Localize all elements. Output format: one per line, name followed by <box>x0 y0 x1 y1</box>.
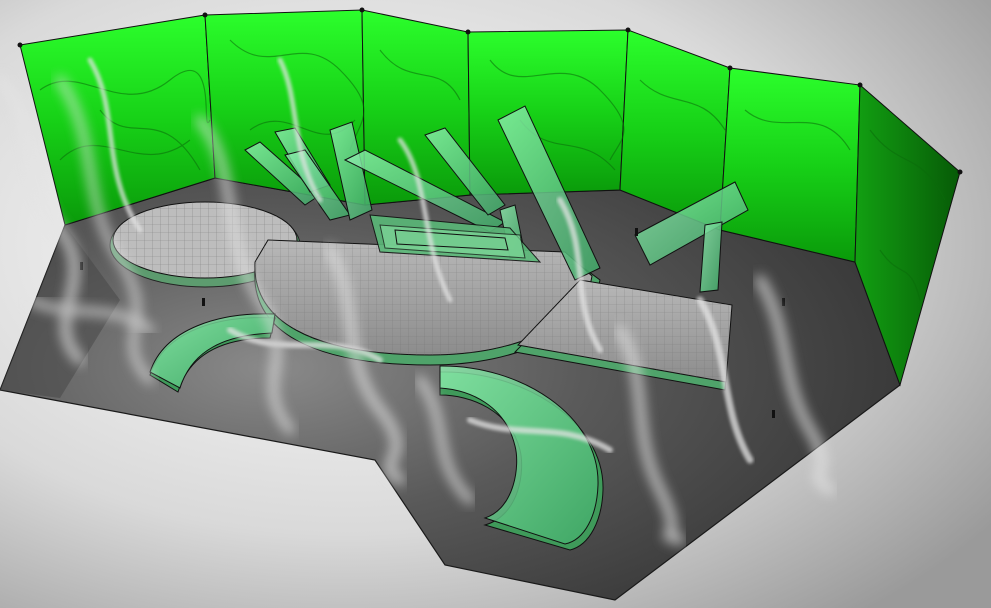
stage-render-viewport <box>0 0 991 608</box>
screen-panel <box>719 67 861 263</box>
stage-scene <box>0 0 991 608</box>
